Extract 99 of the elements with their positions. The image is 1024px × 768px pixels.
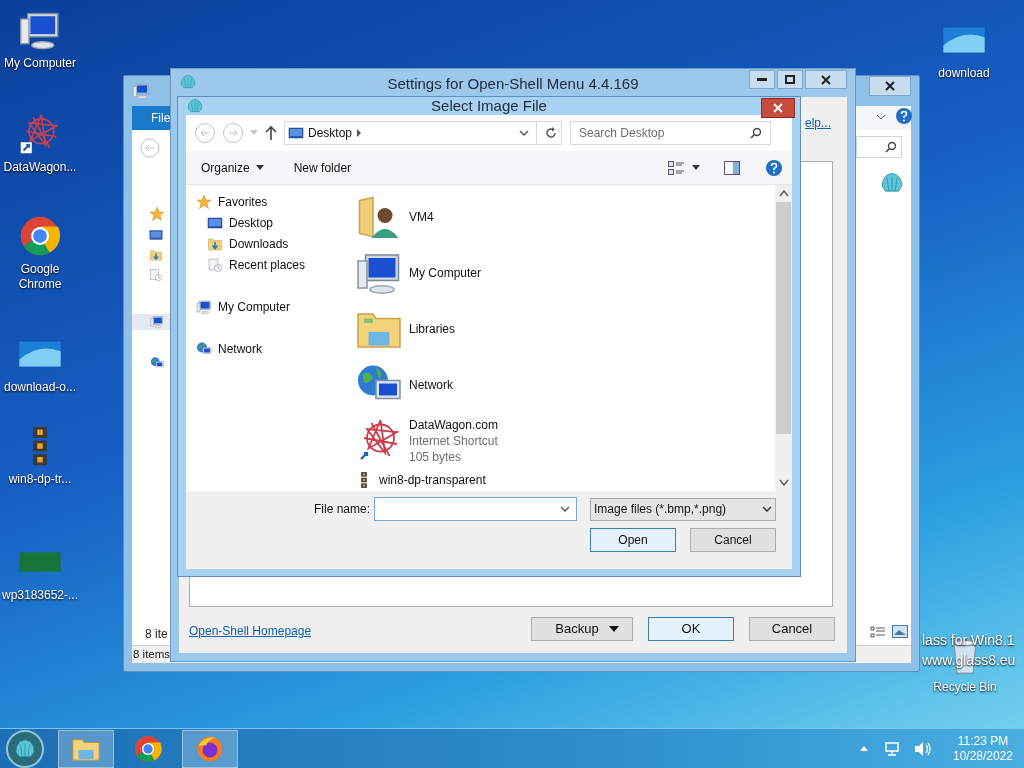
taskbar-button[interactable] — [58, 729, 114, 768]
maximize-button[interactable] — [777, 70, 803, 89]
file-type-dropdown[interactable]: Image files (*.bmp,*.png) — [590, 497, 776, 521]
chrome-icon — [18, 214, 62, 258]
shell-icon — [186, 97, 204, 115]
star-logo-icon — [18, 112, 62, 156]
maximize-icon — [785, 75, 795, 84]
star-icon — [196, 193, 212, 210]
computer-icon — [150, 315, 164, 329]
address-bar[interactable]: Desktop — [284, 121, 562, 145]
dialog-button[interactable]: Cancel — [690, 528, 776, 552]
chevron-down-icon — [762, 505, 772, 513]
chevron-down-icon — [519, 129, 529, 137]
search-icon — [885, 141, 897, 153]
network-icon[interactable] — [884, 740, 900, 757]
status-text: 8 items — [133, 647, 171, 662]
computer-icon — [132, 82, 150, 100]
file-name[interactable]: Libraries — [409, 321, 456, 337]
homepage-link[interactable]: Open-Shell Homepage — [189, 622, 312, 640]
minimize-button[interactable] — [749, 70, 775, 89]
file-name[interactable]: Network — [409, 377, 453, 393]
search-placeholder: Search Desktop — [579, 125, 666, 142]
folder-icon — [149, 248, 163, 262]
help-icon[interactable] — [766, 159, 782, 176]
desktop-icon — [149, 228, 163, 242]
window-title: Settings for Open-Shell Menu 4.4.169 — [386, 74, 640, 94]
toolbar-button[interactable]: Organize — [196, 155, 269, 180]
file-detail: 105 bytes — [409, 449, 463, 465]
caret-icon — [255, 165, 264, 170]
file-name[interactable]: VM4 — [409, 209, 434, 225]
document-clock-icon — [207, 256, 223, 273]
minimize-icon — [757, 78, 767, 81]
chevron-down-icon — [560, 505, 570, 513]
search-field[interactable] — [856, 136, 902, 158]
dialog-button[interactable]: OK — [648, 617, 734, 641]
nav-item[interactable]: Favorites — [218, 192, 268, 211]
refresh-icon[interactable] — [544, 126, 558, 140]
document-icon — [149, 268, 163, 282]
nav-item[interactable]: Downloads — [229, 234, 289, 253]
desktop-icon-label[interactable]: download — [924, 66, 1004, 81]
close-button[interactable] — [805, 70, 847, 89]
desktop-icon — [288, 125, 304, 141]
network-icon — [150, 356, 164, 370]
close-icon — [821, 74, 831, 85]
item-count: 8 ite — [145, 626, 168, 643]
details-view-icon[interactable] — [870, 626, 886, 638]
desktop-icon-label[interactable]: My Computer — [0, 56, 80, 71]
folder-icon — [207, 235, 223, 252]
volume-icon[interactable] — [914, 740, 932, 757]
chevron-right-icon — [356, 129, 363, 137]
start-button[interactable] — [6, 729, 44, 768]
taskbar-button[interactable] — [182, 729, 238, 768]
chevron-down-icon — [876, 113, 886, 121]
dialog-button[interactable]: Open — [590, 528, 676, 552]
desktop-icon-label[interactable]: wp3183652-... — [0, 588, 80, 603]
file-name-field[interactable] — [374, 497, 577, 521]
caret-icon[interactable] — [692, 165, 700, 170]
desktop-icon-label[interactable]: Google Chrome — [0, 262, 80, 292]
desktop-icon-label[interactable]: download-o... — [0, 380, 80, 395]
desktop-icon-label[interactable]: win8-dp-tr... — [0, 472, 80, 487]
close-icon — [885, 81, 895, 91]
search-icon — [750, 127, 762, 139]
network-icon — [196, 340, 212, 357]
nav-item[interactable]: Network — [218, 339, 262, 358]
close-icon — [773, 103, 783, 113]
address-text: Desktop — [308, 125, 353, 142]
shell-icon — [179, 73, 197, 91]
computer-icon — [196, 298, 212, 315]
preview-pane-icon[interactable] — [724, 160, 740, 175]
file-name[interactable]: win8-dp-transparent — [379, 472, 486, 488]
desktop-icon-label[interactable]: DataWagon... — [0, 160, 80, 175]
star-icon — [149, 206, 165, 222]
field-label: File name: — [313, 501, 370, 518]
close-button[interactable] — [761, 98, 795, 118]
dialog-title: Select Image File — [430, 95, 548, 116]
ribbon-tab[interactable]: File — [132, 106, 171, 130]
nav-item[interactable]: Recent places — [229, 255, 306, 274]
scrollbar[interactable] — [775, 185, 792, 491]
file-type-text: Image files (*.bmp,*.png) — [594, 501, 728, 518]
chrome-icon — [133, 733, 163, 764]
dialog-button[interactable]: Cancel — [749, 617, 835, 641]
view-options-icon[interactable] — [668, 160, 684, 175]
nav-item[interactable]: Desktop — [229, 213, 274, 232]
show-hidden-icons-icon[interactable] — [860, 746, 868, 751]
help-link[interactable]: elp... — [805, 114, 831, 132]
toolbar-button[interactable]: New folder — [288, 155, 357, 180]
desktop-icon — [207, 214, 223, 231]
file-name[interactable]: My Computer — [409, 265, 482, 281]
thumbnail-view-icon[interactable] — [892, 625, 908, 638]
up-arrow-icon[interactable] — [264, 125, 278, 141]
search-field[interactable]: Search Desktop — [570, 121, 771, 145]
file-name[interactable]: DataWagon.com — [409, 417, 498, 433]
close-button[interactable] — [869, 76, 911, 96]
help-icon[interactable] — [896, 108, 912, 124]
nav-item[interactable]: My Computer — [218, 297, 291, 316]
split-button[interactable]: Backup — [531, 617, 633, 641]
caret-icon — [608, 626, 619, 632]
file-detail: Internet Shortcut — [409, 433, 498, 449]
scrollbar-thumb[interactable] — [776, 202, 791, 434]
